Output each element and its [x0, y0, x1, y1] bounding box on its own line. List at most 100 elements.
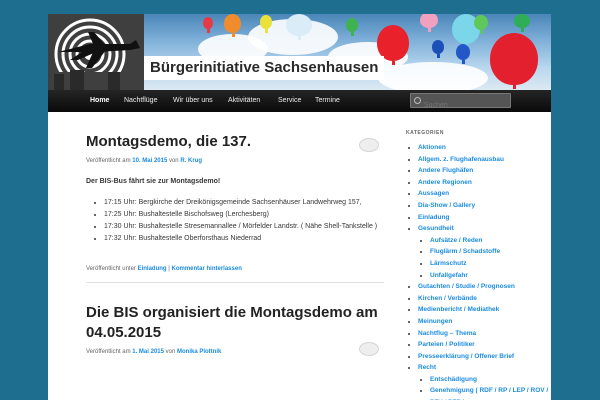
- category-link[interactable]: Kirchen / Verbände: [418, 295, 477, 302]
- list-item: 17:30 Uhr: Bushaltestelle Stresemannalle…: [104, 221, 384, 232]
- post: Die BIS organisiert die Montagsdemo am 0…: [86, 303, 384, 355]
- subcategory-link[interactable]: Genehmigung ( RDF / RP / LEP / ROV / PFV…: [430, 387, 548, 400]
- post-divider: [86, 282, 384, 283]
- list-item: Genehmigung ( RDF / RP / LEP / ROV / PFV…: [430, 385, 551, 400]
- category-list: Aktionen Allgem. z. Flughafenausbau Ande…: [406, 142, 551, 400]
- category-link[interactable]: Recht: [418, 364, 436, 371]
- post-meta: Veröffentlicht am 1. Mai 2015 von Monika…: [86, 349, 384, 355]
- nav-item-service[interactable]: Service: [270, 90, 309, 112]
- list-item: Dia-Show / Gallery: [418, 200, 551, 212]
- balloon-decoration: [456, 44, 470, 64]
- balloon-decoration: [203, 17, 213, 33]
- list-item: Aufsätze / Reden: [430, 235, 551, 247]
- category-link[interactable]: Medienbericht / Mediathek: [418, 306, 499, 313]
- post-footer-separator: |: [168, 266, 170, 272]
- post-category-link[interactable]: Einladung: [138, 266, 167, 272]
- category-link[interactable]: Meinungen: [418, 318, 452, 325]
- balloon-decoration: [514, 14, 530, 32]
- list-item: Aktionen: [418, 142, 551, 154]
- post-title[interactable]: Die BIS organisiert die Montagsdemo am 0…: [86, 303, 384, 343]
- list-item: Allgem. z. Flughafenausbau: [418, 154, 551, 166]
- subcategory-link[interactable]: Aufsätze / Reden: [430, 237, 482, 244]
- balloon-decoration: [474, 15, 488, 34]
- list-item: Fluglärm / Schadstoffe: [430, 246, 551, 258]
- post-comment-link[interactable]: Kommentar hinterlassen: [172, 266, 242, 272]
- list-item: Presseerklärung / Offener Brief: [418, 351, 551, 363]
- balloon-decoration: [286, 14, 312, 40]
- list-item: Andere Regionen: [418, 177, 551, 189]
- balloon-decoration: [260, 15, 272, 33]
- balloon-decoration: [346, 18, 358, 36]
- category-link[interactable]: Allgem. z. Flughafenausbau: [418, 156, 504, 163]
- post-meta-by: von: [165, 349, 176, 355]
- nav-item-nachtfluege[interactable]: Nachtflüge: [116, 90, 165, 112]
- post-meta-prefix: Veröffentlicht am: [86, 349, 131, 355]
- subcategory-list: Aufsätze / Reden Fluglärm / Schadstoffe …: [418, 235, 551, 281]
- list-item: Nachtflug – Thema: [418, 328, 551, 340]
- post-date-link[interactable]: 10. Mai 2015: [132, 158, 167, 164]
- category-link[interactable]: Andere Flughäfen: [418, 167, 473, 174]
- post-meta: Veröffentlicht am 10. Mai 2015 von R. Kr…: [86, 158, 384, 164]
- list-item: 17:25 Uhr: Bushaltestelle Bischofsweg (L…: [104, 209, 384, 220]
- list-item: Einladung: [418, 212, 551, 224]
- list-item: Unfallgefahr: [430, 270, 551, 282]
- category-link[interactable]: Einladung: [418, 214, 449, 221]
- list-item: Parteien / Politiker: [418, 339, 551, 351]
- category-link[interactable]: Presseerklärung / Offener Brief: [418, 353, 514, 360]
- list-item: Kirchen / Verbände: [418, 293, 551, 305]
- category-link[interactable]: Gesundheit: [418, 225, 454, 232]
- list-item: Lärmschutz: [430, 258, 551, 270]
- category-link[interactable]: Gutachten / Studie / Prognosen: [418, 283, 515, 290]
- post-meta-prefix: Veröffentlicht am: [86, 158, 131, 164]
- main-content: Montagsdemo, die 137. Veröffentlicht am …: [86, 132, 384, 355]
- category-link[interactable]: Andere Regionen: [418, 179, 472, 186]
- category-link[interactable]: Parteien / Politiker: [418, 341, 475, 348]
- category-link[interactable]: Aktionen: [418, 144, 446, 151]
- list-item: Entschädigung: [430, 374, 551, 386]
- list-item: Gutachten / Studie / Prognosen: [418, 281, 551, 293]
- site-title-word1: Bürgerinitiative: [150, 59, 261, 76]
- subcategory-link[interactable]: Fluglärm / Schadstoffe: [430, 248, 500, 255]
- sidebar: KATEGORIEN Aktionen Allgem. z. Flughafen…: [406, 130, 551, 400]
- search-icon: [414, 97, 421, 104]
- category-link[interactable]: Aussagen: [418, 190, 449, 197]
- balloon-decoration: [420, 14, 438, 32]
- category-link[interactable]: Dia-Show / Gallery: [418, 202, 475, 209]
- post-title[interactable]: Montagsdemo, die 137.: [86, 132, 384, 152]
- search-input[interactable]: [411, 99, 510, 112]
- post-footer: Veröffentlicht unter Einladung | Komment…: [86, 266, 384, 272]
- category-link[interactable]: Nachtflug – Thema: [418, 330, 476, 337]
- airplane-logo[interactable]: [48, 14, 144, 90]
- list-item: Recht Entschädigung Genehmigung ( RDF / …: [418, 362, 551, 400]
- post-meta-by: von: [168, 158, 179, 164]
- balloon-decoration: [490, 33, 538, 89]
- search-field[interactable]: [410, 93, 511, 112]
- nav-item-wir-ueber-uns[interactable]: Wir über uns: [165, 90, 221, 112]
- site-title-word2: Sachsenhausen: [264, 59, 379, 76]
- sidebar-title: KATEGORIEN: [406, 130, 444, 136]
- schedule-list: 17:15 Uhr: Bergkirche der Dreikönigsgeme…: [86, 197, 384, 244]
- balloon-decoration: [432, 40, 444, 58]
- post-author-link[interactable]: Monika Plottnik: [177, 349, 221, 355]
- balloon-decoration: [224, 14, 241, 37]
- nav-item-termine[interactable]: Termine: [307, 90, 348, 112]
- cloud-decoration: [378, 62, 488, 90]
- post-author-link[interactable]: R. Krug: [180, 158, 202, 164]
- site-title[interactable]: Bürgerinitiative Sachsenhausen: [144, 56, 385, 80]
- header-banner[interactable]: Bürgerinitiative Sachsenhausen: [48, 14, 551, 90]
- post-date-link[interactable]: 1. Mai 2015: [132, 349, 164, 355]
- post-footer-prefix: Veröffentlicht unter: [86, 266, 136, 272]
- page: Bürgerinitiative Sachsenhausen Home Nach…: [48, 14, 551, 400]
- nav-item-home[interactable]: Home: [82, 90, 117, 112]
- list-item: Andere Flughäfen: [418, 165, 551, 177]
- list-item: 17:32 Uhr: Bushaltestelle Oberforsthaus …: [104, 233, 384, 244]
- list-item: Meinungen: [418, 316, 551, 328]
- list-item: Medienbericht / Mediathek: [418, 304, 551, 316]
- post: Montagsdemo, die 137. Veröffentlicht am …: [86, 132, 384, 283]
- airplane-target-icon: [48, 18, 144, 90]
- nav-item-aktivitaeten[interactable]: Aktivitäten: [220, 90, 268, 112]
- subcategory-link[interactable]: Lärmschutz: [430, 260, 466, 267]
- list-item: 17:15 Uhr: Bergkirche der Dreikönigsgeme…: [104, 197, 384, 208]
- subcategory-link[interactable]: Entschädigung: [430, 376, 477, 383]
- subcategory-link[interactable]: Unfallgefahr: [430, 272, 468, 279]
